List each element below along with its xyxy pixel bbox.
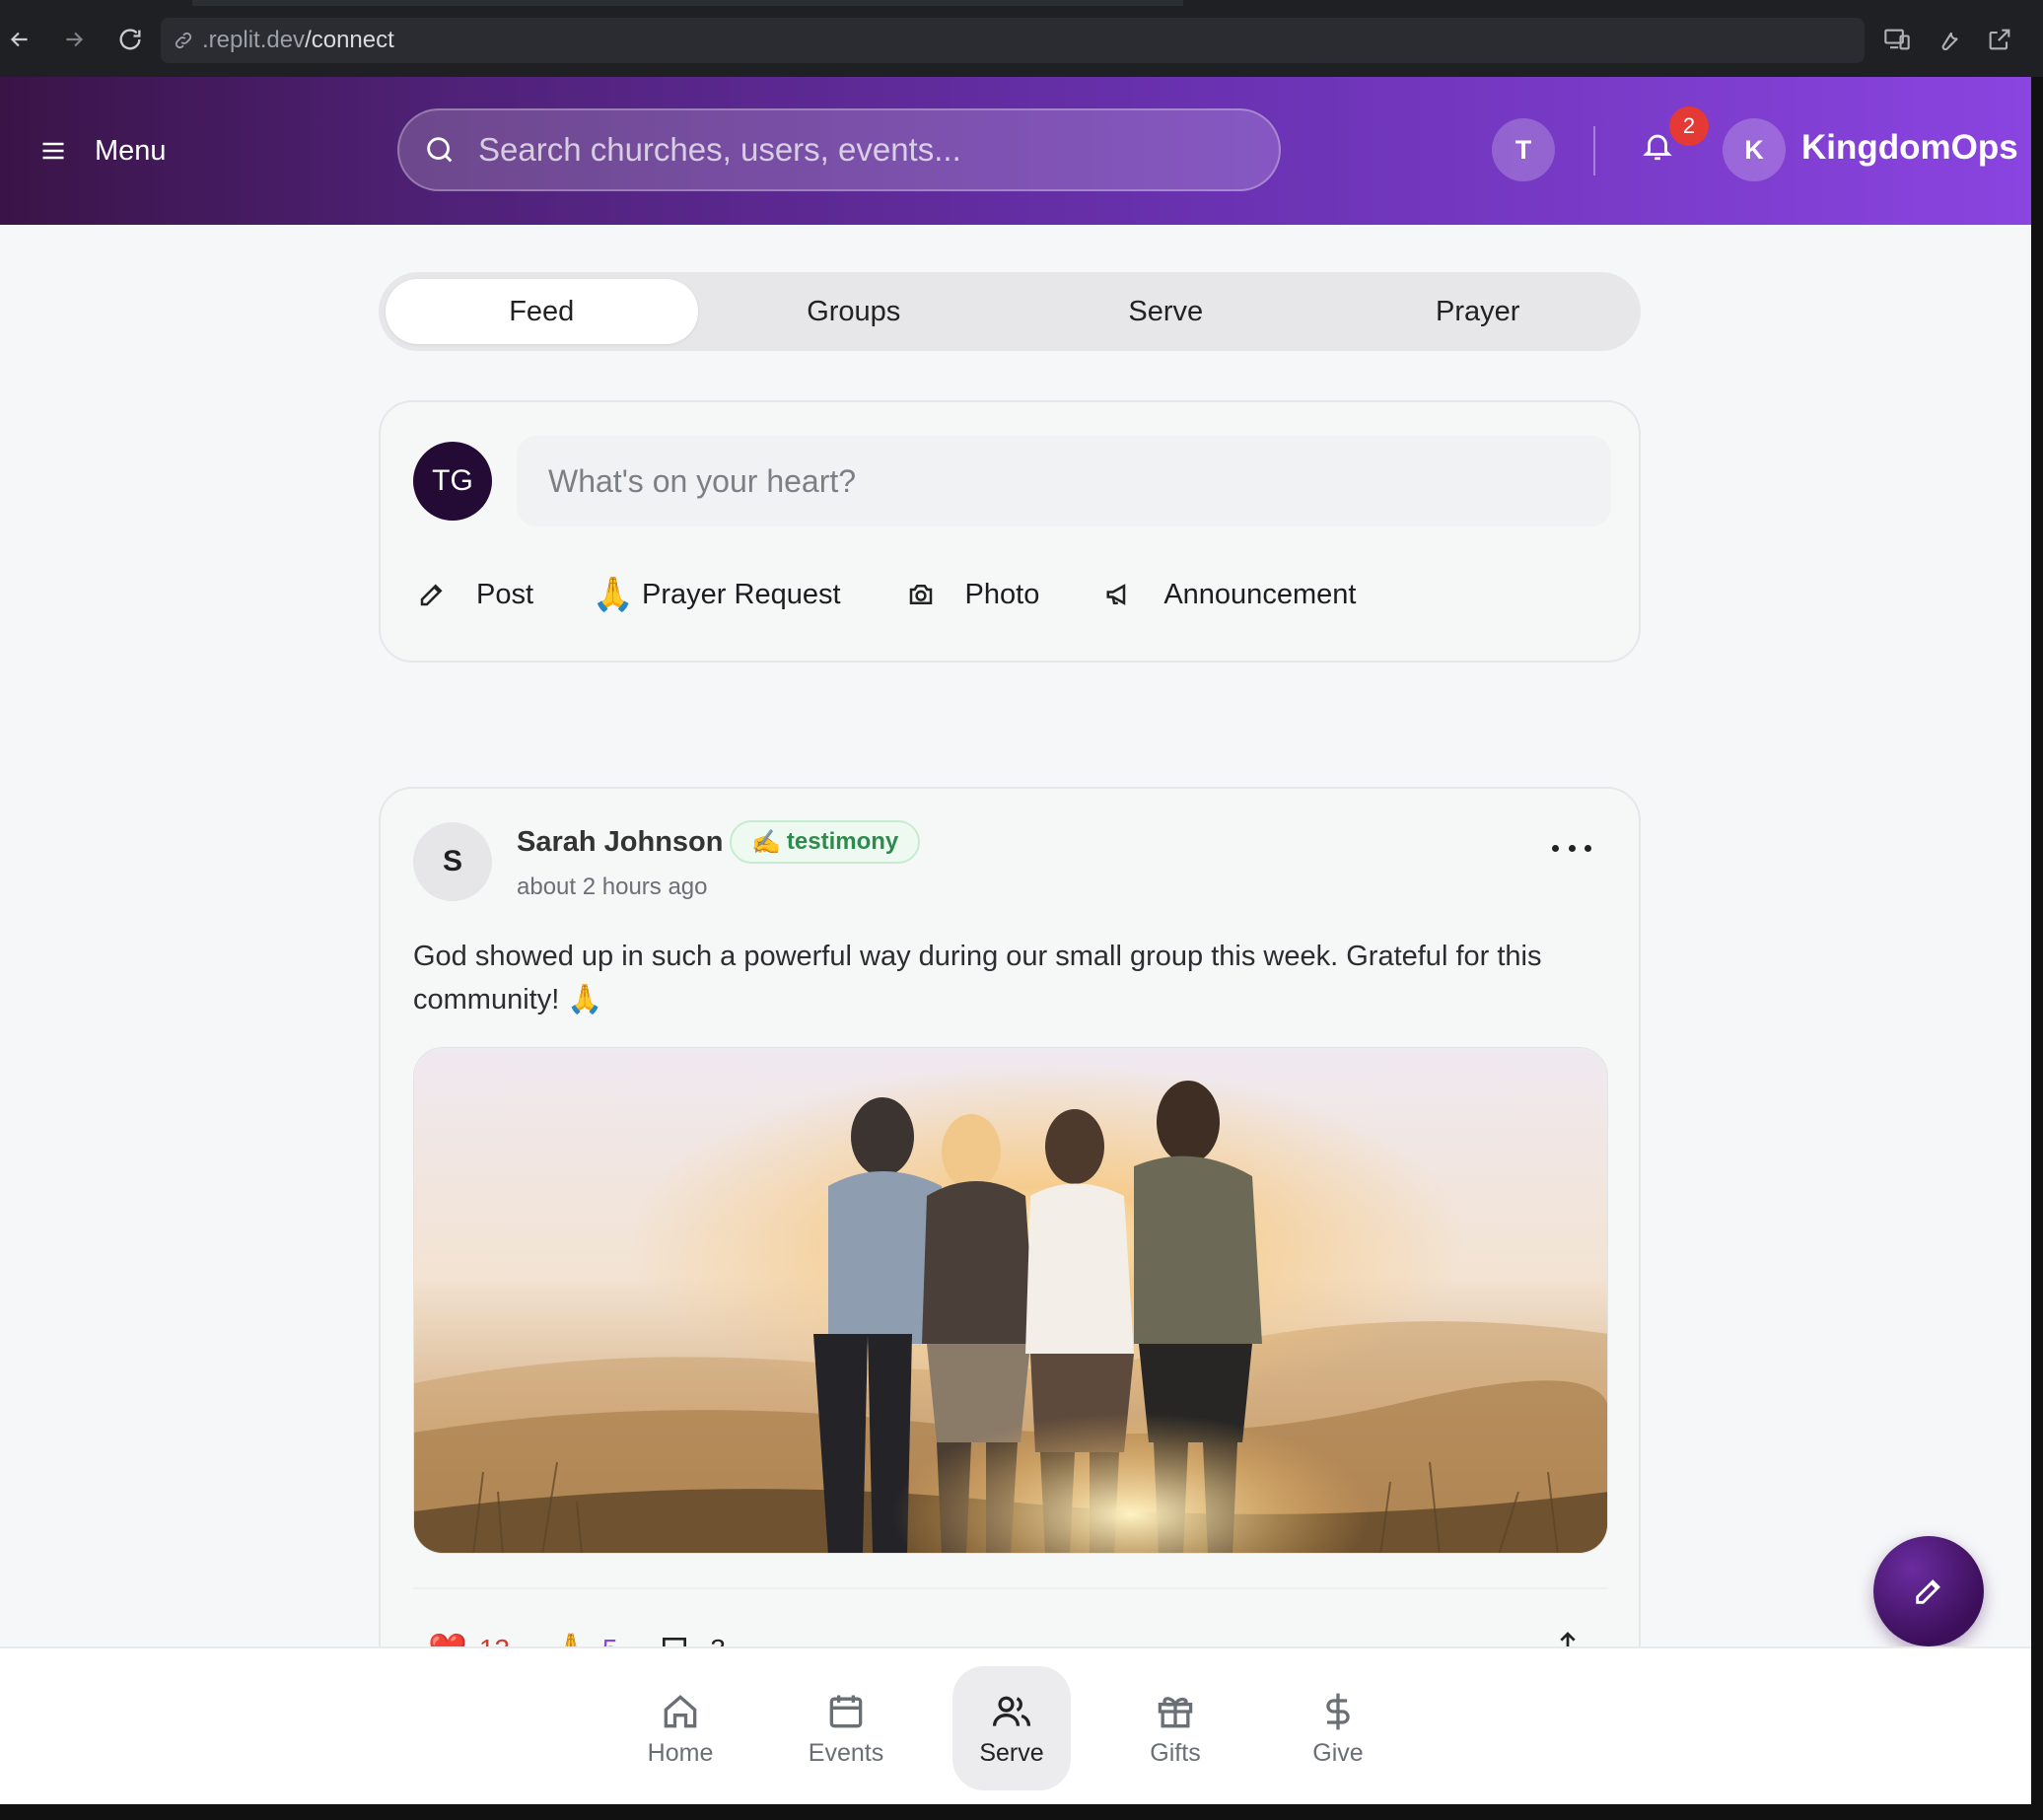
users-icon [992,1696,1031,1726]
hamburger-icon [42,142,64,160]
post-body: God showed up in such a powerful way dur… [413,941,1542,1015]
post-composer: TG Post 🙏 Prayer Request Photo [379,400,1641,663]
pencil-icon [415,578,449,611]
author-avatar[interactable]: S [413,822,492,901]
more-options-icon[interactable] [1552,838,1591,858]
nav-serve[interactable]: Serve [952,1666,1071,1790]
url-text: .replit.dev/connect [202,27,394,53]
window-bottom-edge [0,1804,2043,1820]
nav-events-label: Events [808,1738,884,1767]
section-tabs: Feed Groups Serve Prayer [379,272,1641,351]
dollar-icon [1326,1693,1350,1729]
nav-give-label: Give [1312,1738,1364,1767]
camera-icon [904,578,938,611]
address-bar[interactable]: .replit.dev/connect [161,18,1865,63]
wrench-icon[interactable] [1931,22,1966,57]
nav-home-label: Home [647,1738,714,1767]
gift-icon [1158,1696,1193,1727]
announcement-button[interactable]: Announcement [1102,560,1356,629]
composer-avatar: TG [413,442,492,521]
pencil-icon [1916,1579,1940,1604]
open-external-icon[interactable] [1982,22,2017,57]
post-type-badge: ✍️ testimony [730,820,921,864]
reload-icon[interactable] [112,22,148,57]
forward-icon[interactable] [56,22,92,57]
user-avatar[interactable]: T [1492,118,1555,181]
nav-serve-label: Serve [979,1738,1044,1767]
post-button-label: Post [476,578,534,610]
app-header: Menu T 2 K KingdomOps [0,77,2031,225]
writing-hand-icon: ✍️ [751,828,781,856]
nav-gifts[interactable]: Gifts [1116,1666,1234,1790]
post-divider [413,1587,1608,1589]
back-icon[interactable] [2,22,37,57]
tab-prayer[interactable]: Prayer [1322,279,1635,344]
home-icon [664,1694,697,1727]
notification-badge: 2 [1669,106,1709,146]
nav-give[interactable]: Give [1279,1666,1397,1790]
brand-name: KingdomOps [1801,128,2018,167]
nav-gifts-label: Gifts [1150,1738,1201,1767]
menu-button[interactable]: Menu [39,123,167,178]
post-timestamp: about 2 hours ago [517,874,708,900]
tab-serve[interactable]: Serve [1010,279,1322,344]
window-edge [2031,77,2043,1820]
announcement-label: Announcement [1163,578,1357,610]
browser-toolbar: .replit.dev/connect [0,0,2043,77]
composer-input[interactable] [517,436,1611,526]
post-button[interactable]: Post [415,560,533,629]
prayer-request-button[interactable]: 🙏 Prayer Request [592,560,841,629]
browser-tab-strip [192,0,1183,6]
post-type-label: testimony [786,828,899,855]
header-divider [1593,126,1595,175]
post-photo[interactable] [413,1047,1608,1554]
tab-groups[interactable]: Groups [698,279,1011,344]
bottom-navigation: Home Events Serve Gifts Give [0,1646,2031,1804]
prayer-request-label: Prayer Request [642,578,841,610]
praying-hands-icon: 🙏 [592,576,635,613]
megaphone-icon [1102,578,1136,611]
calendar-icon [829,1695,863,1727]
feed-post: S Sarah Johnson ✍️ testimony about 2 hou… [379,787,1641,1715]
menu-label: Menu [95,134,167,167]
composer-actions: Post 🙏 Prayer Request Photo Announcement [415,560,1419,629]
brand-avatar[interactable]: K [1723,118,1786,181]
nav-home[interactable]: Home [621,1666,740,1790]
photo-button[interactable]: Photo [904,560,1040,629]
link-icon [175,32,192,49]
photo-button-label: Photo [964,578,1040,610]
tab-feed[interactable]: Feed [386,279,698,344]
author-name[interactable]: Sarah Johnson [517,826,724,859]
search-input[interactable] [478,131,1228,169]
nav-events[interactable]: Events [787,1666,905,1790]
compose-fab[interactable] [1873,1536,1984,1646]
app-viewport: Menu T 2 K KingdomOps Feed Groups Serve … [0,77,2031,1804]
devices-icon[interactable] [1879,22,1915,57]
search-icon [427,137,453,163]
search-bar[interactable] [397,108,1281,191]
